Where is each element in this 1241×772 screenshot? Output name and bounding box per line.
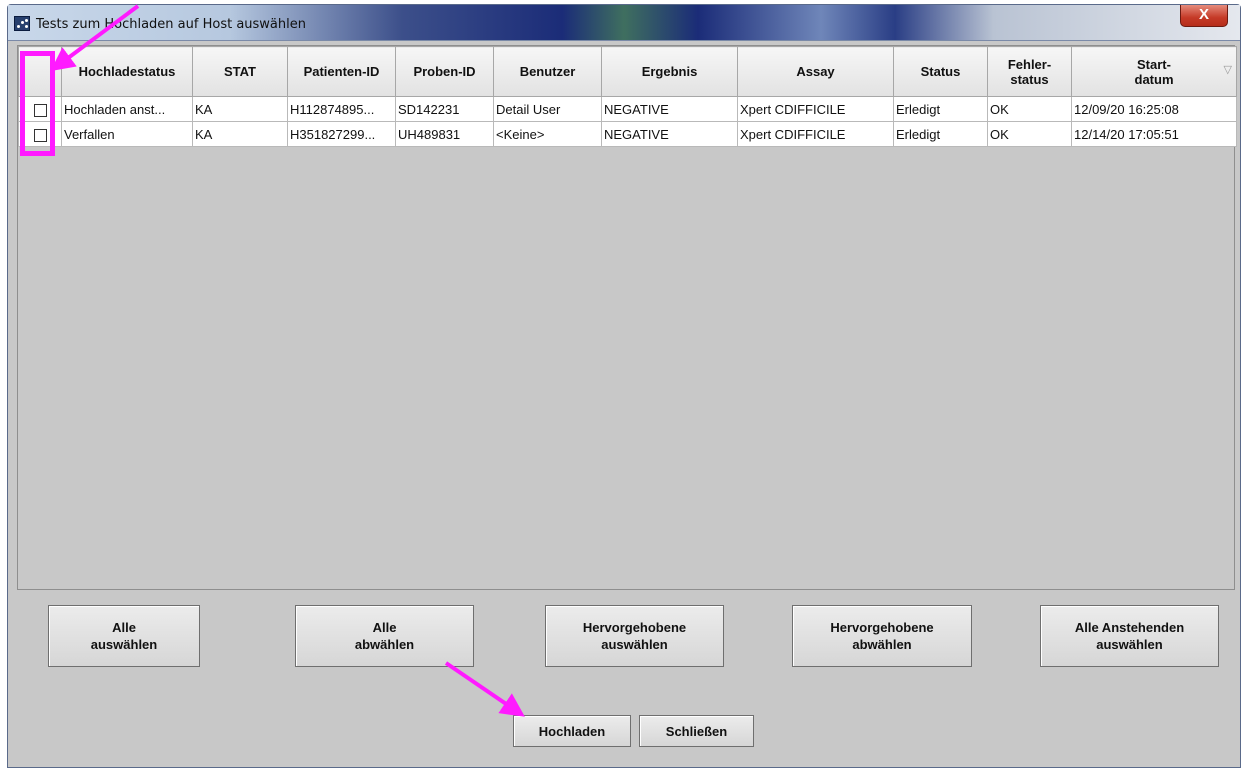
close-button[interactable]: Schließen [639,715,754,747]
cell-ergebnis: NEGATIVE [601,121,738,147]
startdatum-header-label: Start- datum [1134,56,1174,87]
cell-hochladestatus: Hochladen anst... [61,96,193,122]
deselect-highlighted-button[interactable]: Hervorgehobene abwählen [792,605,972,667]
cell-fehlerstatus: OK [987,121,1072,147]
tests-table-area: Hochladestatus STAT Patienten-ID Proben-… [17,45,1237,590]
table-header-row: Hochladestatus STAT Patienten-ID Proben-… [18,46,1237,97]
cell-benutzer: <Keine> [493,121,602,147]
app-icon [14,16,30,31]
cell-proben-id: UH489831 [395,121,494,147]
column-header-startdatum[interactable]: Start- datum ▽ [1071,46,1237,97]
title-bar[interactable]: Tests zum Hochladen auf Host auswählen X [8,5,1240,41]
table-row[interactable]: Hochladen anst... KA H112874895... SD142… [18,96,1237,122]
cell-startdatum: 12/14/20 17:05:51 [1071,121,1237,147]
cell-stat: KA [192,96,288,122]
column-header-assay[interactable]: Assay [737,46,894,97]
cell-startdatum: 12/09/20 16:25:08 [1071,96,1237,122]
select-all-pending-button[interactable]: Alle Anstehenden auswählen [1040,605,1219,667]
column-header-benutzer[interactable]: Benutzer [493,46,602,97]
column-header-status[interactable]: Status [893,46,988,97]
tests-table: Hochladestatus STAT Patienten-ID Proben-… [18,46,1237,147]
cell-proben-id: SD142231 [395,96,494,122]
column-header-patienten-id[interactable]: Patienten-ID [287,46,396,97]
cell-assay: Xpert CDIFFICILE [737,121,894,147]
close-window-button[interactable]: X [1180,5,1228,27]
select-highlighted-button[interactable]: Hervorgehobene auswählen [545,605,724,667]
select-all-button[interactable]: Alle auswählen [48,605,200,667]
deselect-all-button[interactable]: Alle abwählen [295,605,474,667]
column-header-stat[interactable]: STAT [192,46,288,97]
window-title: Tests zum Hochladen auf Host auswählen [36,17,306,32]
cell-hochladestatus: Verfallen [61,121,193,147]
cell-status: Erledigt [893,121,988,147]
sort-descending-icon: ▽ [1223,64,1232,76]
cell-ergebnis: NEGATIVE [601,96,738,122]
column-header-proben-id[interactable]: Proben-ID [395,46,494,97]
cell-stat: KA [192,121,288,147]
table-row[interactable]: Verfallen KA H351827299... UH489831 <Kei… [18,121,1237,147]
upload-tests-dialog: Tests zum Hochladen auf Host auswählen X… [7,4,1241,768]
upload-button[interactable]: Hochladen [513,715,631,747]
checkbox-column-highlight [20,51,55,156]
column-header-hochladestatus[interactable]: Hochladestatus [61,46,193,97]
cell-patienten-id: H112874895... [287,96,396,122]
column-header-ergebnis[interactable]: Ergebnis [601,46,738,97]
column-header-fehlerstatus[interactable]: Fehler- status [987,46,1072,97]
cell-fehlerstatus: OK [987,96,1072,122]
cell-assay: Xpert CDIFFICILE [737,96,894,122]
cell-benutzer: Detail User [493,96,602,122]
cell-status: Erledigt [893,96,988,122]
cell-patienten-id: H351827299... [287,121,396,147]
